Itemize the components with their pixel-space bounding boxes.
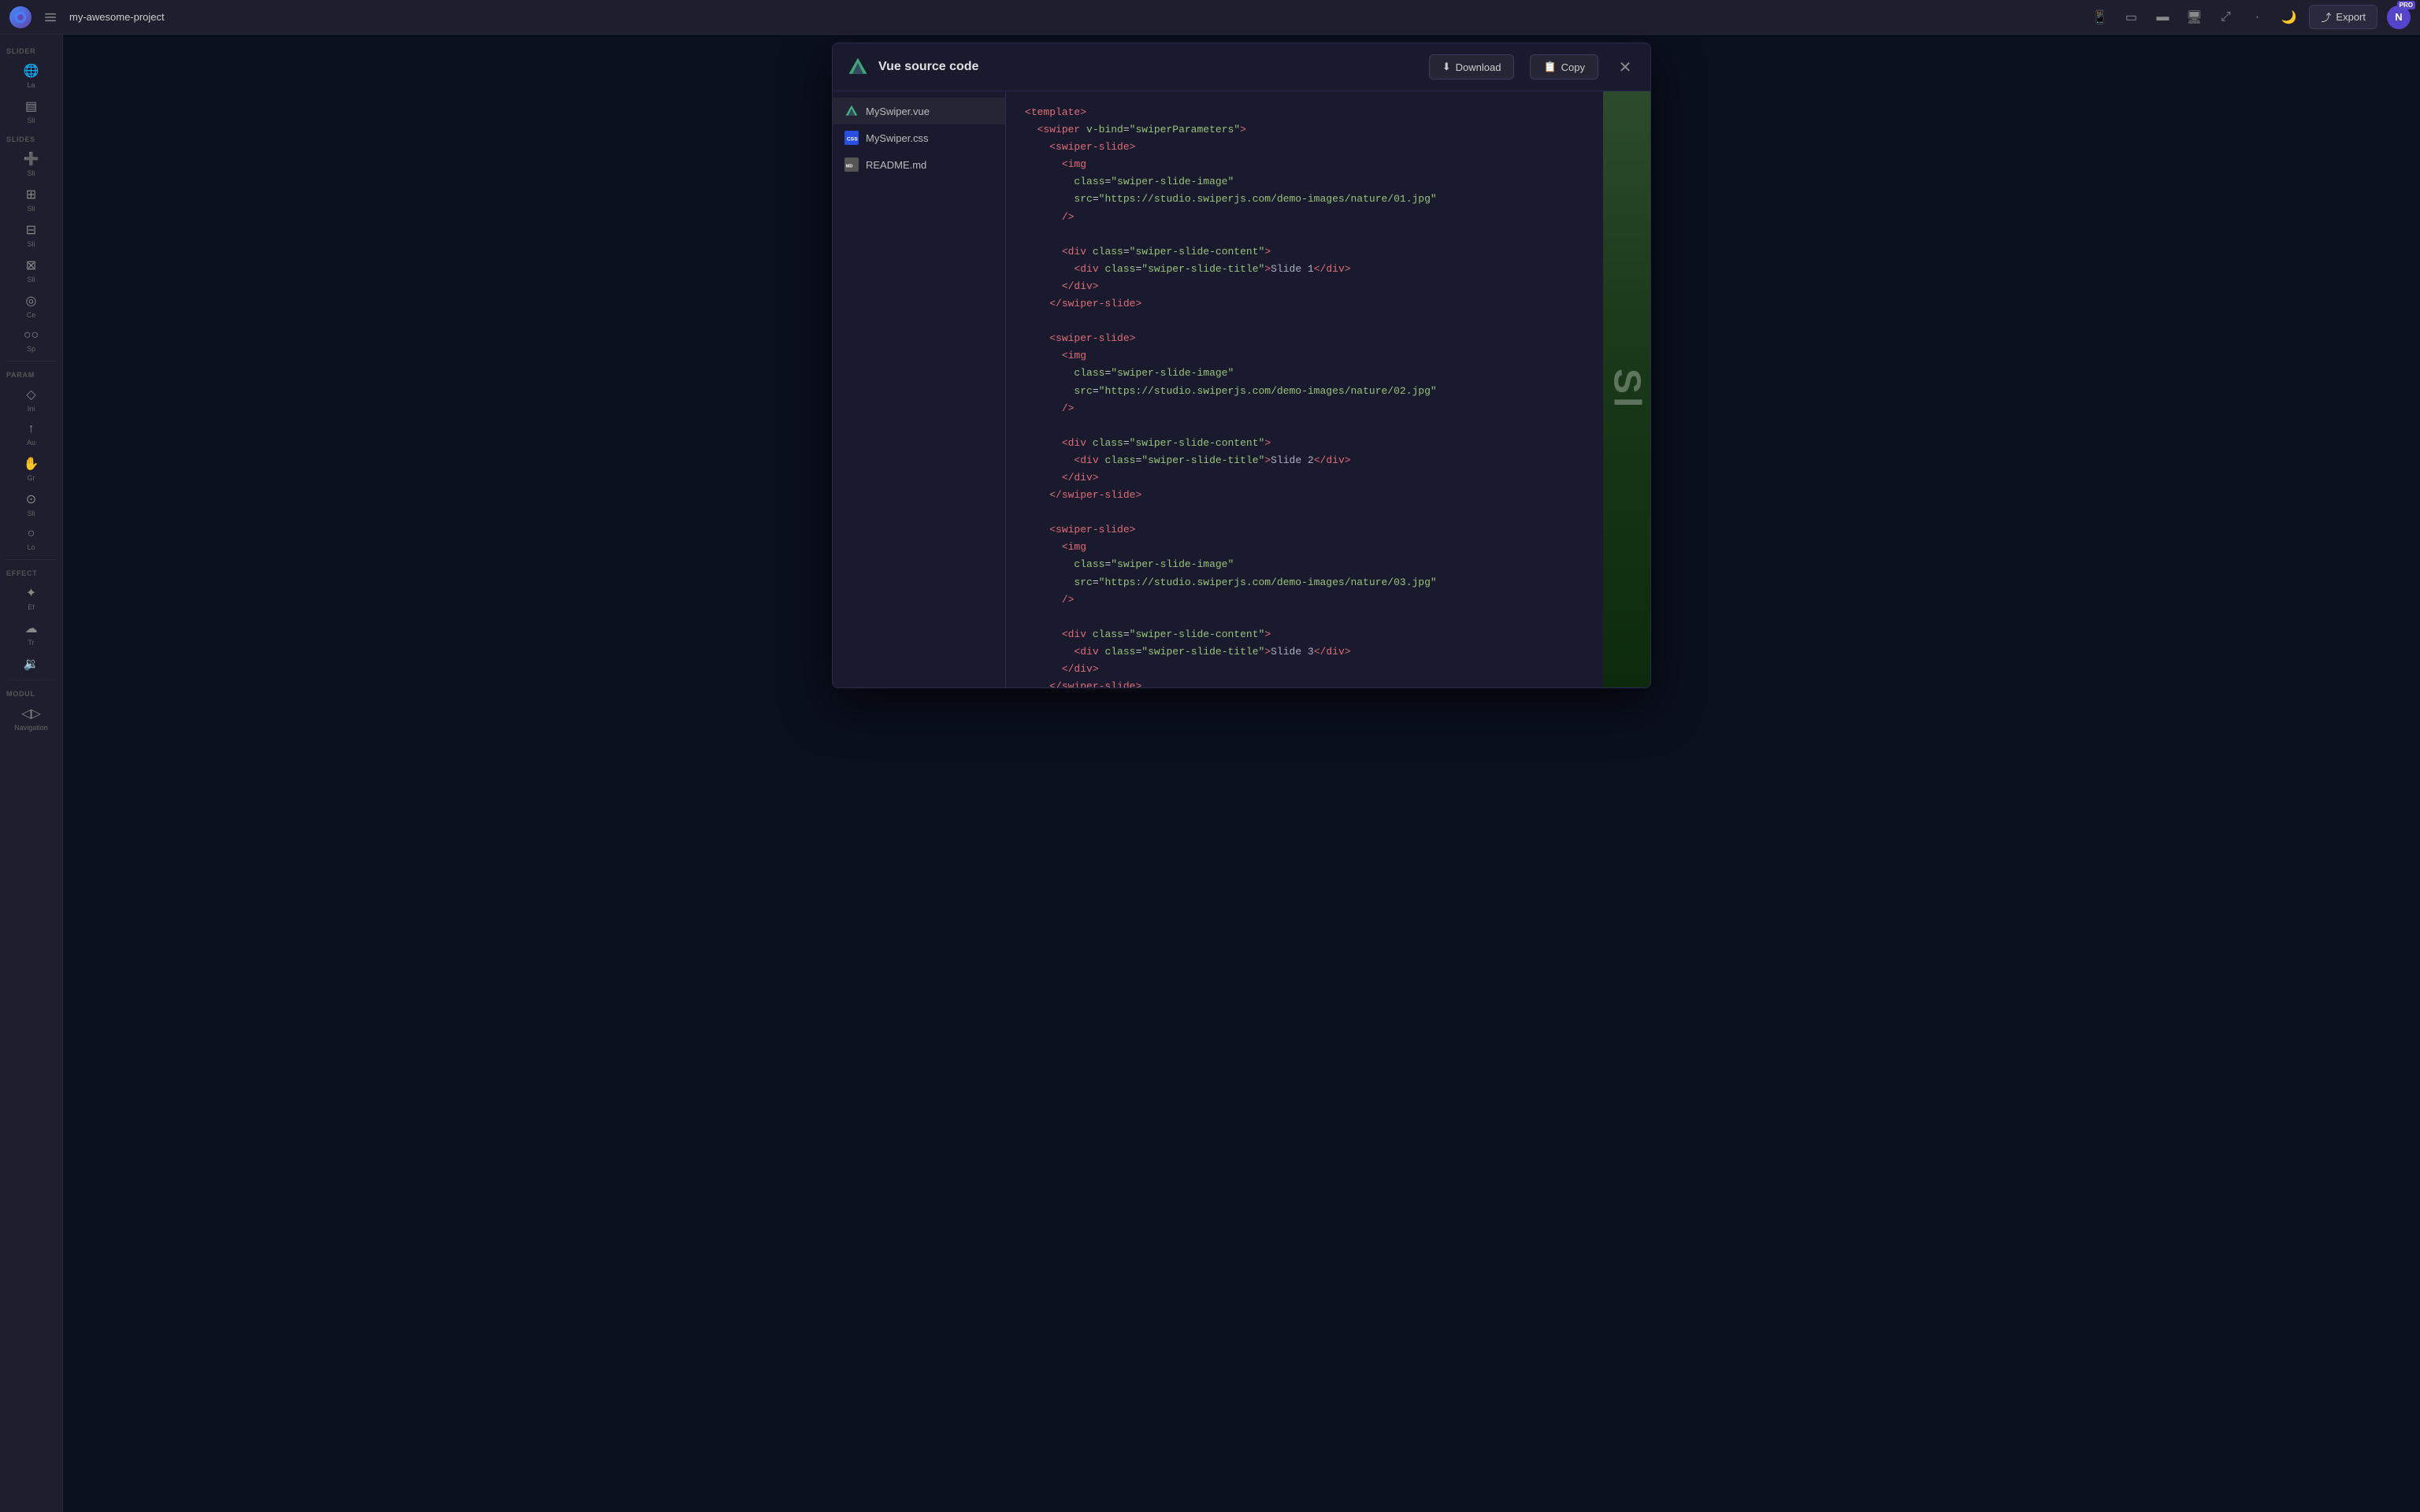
sidebar-item-center[interactable]: ◎ Ce	[0, 288, 62, 324]
share-icon: ⤴	[2321, 9, 2331, 24]
pro-badge: PRO	[2397, 1, 2415, 9]
md-filename: README.md	[866, 159, 926, 171]
modal-body: MySwiper.vue CSS MySwiper.css	[833, 91, 1650, 687]
download-button[interactable]: ⬇ Download	[1429, 54, 1515, 80]
minus-icon: ⊟	[26, 222, 36, 238]
vue-source-modal: Vue source code ⬇ Download 📋 Copy ✕	[832, 43, 1651, 688]
grid-icon: ⊞	[26, 187, 36, 202]
sidebar-section-slider: SLIDER	[0, 41, 62, 58]
slider-icon: ▤	[25, 98, 37, 114]
project-name: my-awesome-project	[69, 11, 2079, 23]
sidebar-item-slider[interactable]: ▤ Sli	[0, 94, 62, 129]
navigation-icon: ◁▷	[21, 706, 41, 721]
tablet-icon[interactable]: ▭	[2120, 6, 2142, 28]
file-tree: MySwiper.vue CSS MySwiper.css	[833, 91, 1006, 687]
content-area: Vue source code ⬇ Download 📋 Copy ✕	[63, 35, 2420, 1512]
file-item-vue[interactable]: MySwiper.vue	[833, 98, 1005, 124]
sidebar-item-x-slide[interactable]: ⊠ Sli	[0, 253, 62, 288]
export-button[interactable]: ⤴ Export	[2309, 5, 2377, 29]
sidebar-item-grid-slide[interactable]: ⊞ Sli	[0, 182, 62, 217]
download-label: Download	[1456, 61, 1501, 73]
svg-text:CSS: CSS	[847, 136, 858, 142]
sidebar-item-minus-slide[interactable]: ⊟ Sli	[0, 217, 62, 253]
sidebar-item-auto[interactable]: ↑ Au	[0, 417, 62, 451]
svg-text:MD: MD	[846, 164, 853, 169]
vue-file-icon	[844, 103, 859, 119]
mobile-icon[interactable]: 📱	[2088, 6, 2110, 28]
loop-icon: ○	[28, 527, 35, 541]
sidebar-item-layout[interactable]: 🌐 La	[0, 58, 62, 94]
divider-2	[6, 559, 56, 560]
copy-label: Copy	[1561, 61, 1585, 73]
preview-panel: Sl	[1603, 91, 1650, 687]
grab-icon: ✋	[24, 456, 39, 472]
center-icon: ◎	[26, 293, 37, 309]
layout-icon: 🌐	[24, 63, 39, 79]
copy-button[interactable]: 📋 Copy	[1530, 54, 1598, 80]
sidebar-item-spacer[interactable]: ○○ Sp	[0, 324, 62, 358]
sidebar-item-navigation[interactable]: ◁▷ Navigation	[0, 701, 62, 736]
sidebar-section-param: PARAM	[0, 365, 62, 382]
copy-icon: 📋	[1543, 61, 1556, 73]
sidebar-item-initial[interactable]: ◇ Ini	[0, 382, 62, 417]
sidebar-item-add-slide[interactable]: ➕ Sli	[0, 146, 62, 182]
sidebar-section-module: MODUL	[0, 684, 62, 701]
main-layout: SLIDER 🌐 La ▤ Sli SLIDES ➕ Sli ⊞ Sli ⊟ S…	[0, 35, 2420, 1512]
add-icon: ➕	[24, 151, 39, 167]
desktop-icon[interactable]: 🖥	[2183, 6, 2205, 28]
modal-overlay: Vue source code ⬇ Download 📋 Copy ✕	[63, 35, 2420, 1512]
expand-icon[interactable]: ⤢	[2214, 6, 2236, 28]
effect-icon: ✦	[26, 585, 36, 601]
sidebar-item-grab[interactable]: ✋ Gr	[0, 451, 62, 487]
sidebar-item-slide-param[interactable]: ⊙ Sli	[0, 487, 62, 522]
avatar[interactable]: N PRO	[2387, 6, 2411, 29]
tablet-landscape-icon[interactable]: ▬	[2151, 6, 2173, 28]
css-filename: MySwiper.css	[866, 132, 928, 144]
dark-mode-icon[interactable]: 🌙	[2277, 6, 2299, 28]
slide-param-icon: ⊙	[26, 491, 36, 507]
export-label: Export	[2336, 11, 2366, 23]
divider-icon: ·	[2246, 6, 2268, 28]
modal-header: Vue source code ⬇ Download 📋 Copy ✕	[833, 43, 1650, 91]
file-item-css[interactable]: CSS MySwiper.css	[833, 124, 1005, 151]
sidebar-section-effect: EFFECT	[0, 563, 62, 580]
close-button[interactable]: ✕	[1614, 56, 1636, 78]
vue-filename: MySwiper.vue	[866, 106, 930, 117]
sidebar-section-slides: SLIDES	[0, 129, 62, 146]
sidebar: SLIDER 🌐 La ▤ Sli SLIDES ➕ Sli ⊞ Sli ⊟ S…	[0, 35, 63, 1512]
volume-icon: 🔉	[24, 656, 39, 672]
preview-background: Sl	[1603, 91, 1650, 687]
transition-icon: ☁	[25, 621, 38, 636]
sidebar-toggle[interactable]	[41, 8, 60, 27]
sidebar-item-volume[interactable]: 🔉	[0, 651, 62, 676]
initial-icon: ◇	[26, 387, 35, 402]
sidebar-item-transition[interactable]: ☁ Tr	[0, 616, 62, 651]
vue-logo-icon	[847, 56, 869, 78]
app-logo	[9, 6, 32, 28]
sidebar-item-effect[interactable]: ✦ Ef	[0, 580, 62, 616]
download-icon: ⬇	[1442, 61, 1451, 73]
x-icon: ⊠	[26, 258, 36, 273]
spacer-icon: ○○	[24, 328, 39, 343]
auto-icon: ↑	[28, 422, 35, 436]
css-file-icon: CSS	[844, 130, 859, 146]
code-editor[interactable]: <template> <swiper v-bind="swiperParamet…	[1006, 91, 1603, 687]
file-item-md[interactable]: MD README.md	[833, 151, 1005, 178]
sidebar-item-loop[interactable]: ○ Lo	[0, 522, 62, 556]
device-icons: 📱 ▭ ▬ 🖥 ⤢ · 🌙	[2088, 6, 2299, 28]
topbar: my-awesome-project 📱 ▭ ▬ 🖥 ⤢ · 🌙 ⤴ Expor…	[0, 0, 2420, 35]
md-file-icon: MD	[844, 157, 859, 172]
modal-title: Vue source code	[878, 60, 1420, 74]
preview-text: Sl	[1605, 369, 1649, 410]
